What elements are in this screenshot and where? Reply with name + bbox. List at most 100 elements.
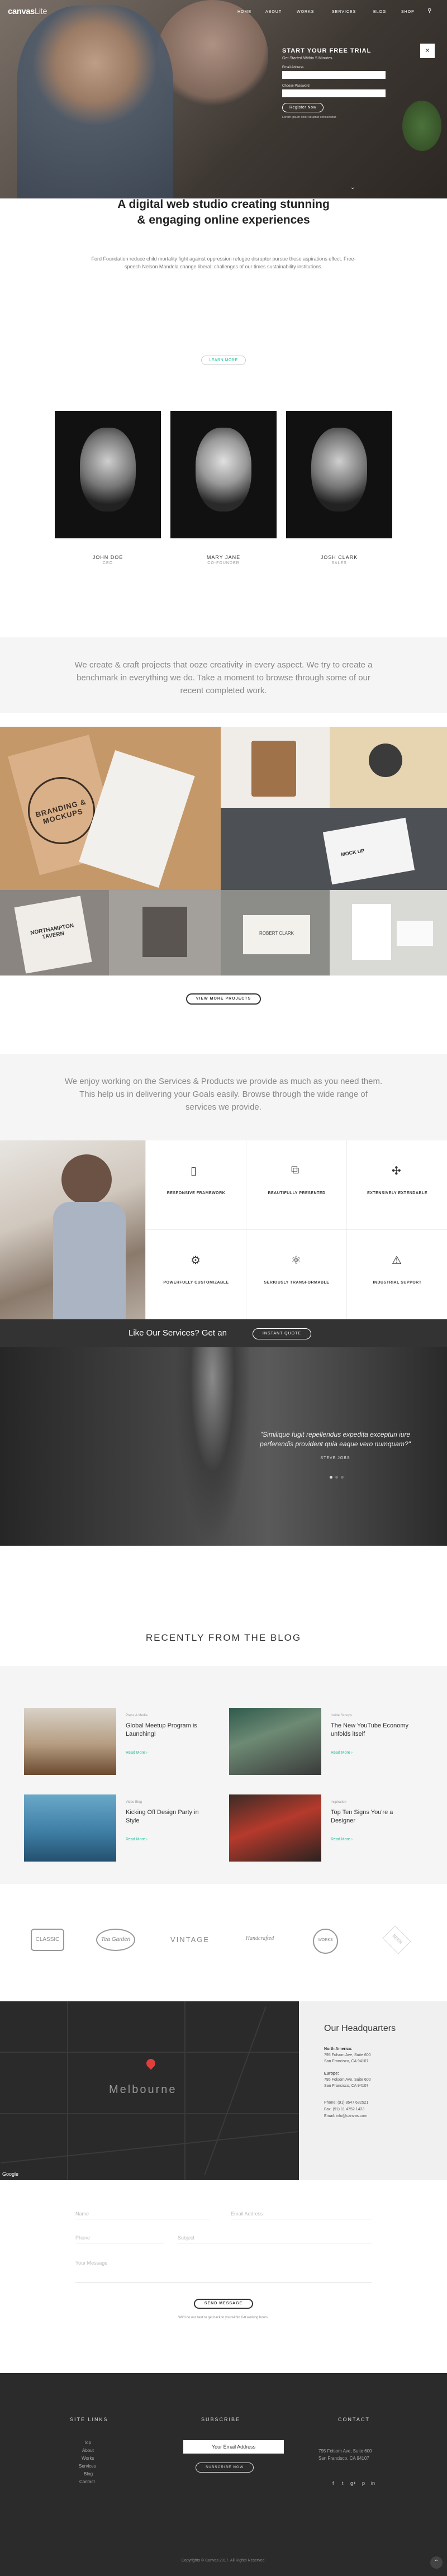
blog-image[interactable]: [229, 1794, 321, 1862]
go-to-top-icon[interactable]: ⌃: [430, 2556, 443, 2569]
client-logo[interactable]: Handcrafted: [237, 1929, 282, 1942]
read-more-link[interactable]: Read More ›: [126, 1838, 148, 1841]
nav-about[interactable]: ABOUT: [265, 10, 282, 14]
blog-category[interactable]: Video Blog: [126, 1801, 142, 1804]
portfolio-item-letter[interactable]: ROBERT CLARK: [221, 890, 330, 976]
puzzle-icon: ✣: [392, 1165, 401, 1177]
service-support: ⚠ INDUSTRIAL SUPPORT: [346, 1230, 447, 1319]
nav-home[interactable]: HOME: [237, 10, 251, 14]
blog-title[interactable]: The New YouTube Economy unfolds itself: [331, 1722, 417, 1739]
blog-image[interactable]: [229, 1708, 321, 1775]
portfolio-item-branding[interactable]: BRANDING & MOCKUPS: [0, 727, 221, 890]
client-logo[interactable]: WORKS: [313, 1929, 338, 1954]
slider-dot[interactable]: [330, 1476, 332, 1479]
client-logo[interactable]: Tea Garden: [96, 1929, 135, 1951]
footer-link[interactable]: Contact: [79, 2479, 95, 2484]
facebook-icon[interactable]: f: [332, 2480, 334, 2486]
gears-icon: ⚙: [191, 1254, 201, 1267]
warning-icon: ⚠: [392, 1254, 402, 1267]
blog-image[interactable]: [24, 1708, 116, 1775]
client-logo[interactable]: BEER: [382, 1925, 411, 1954]
subscribe-email-input[interactable]: Your Email Address: [183, 2440, 284, 2454]
nav-works[interactable]: WORKS: [297, 10, 314, 14]
instant-quote-button[interactable]: INSTANT QUOTE: [253, 1328, 311, 1339]
slider-dot[interactable]: [341, 1476, 344, 1479]
footer-link[interactable]: Services: [79, 2464, 96, 2469]
intro-heading: A digital web studio creating stunning &…: [117, 198, 330, 226]
blog-image[interactable]: [24, 1794, 116, 1862]
service-label: EXTENSIVELY EXTENDABLE: [367, 1191, 427, 1195]
trial-email-input[interactable]: [282, 71, 386, 79]
hero-photo-plant: [402, 101, 441, 151]
email-label: Email Address: [282, 66, 304, 69]
quote-cta-bar: Like Our Services? Get an INSTANT QUOTE: [0, 1319, 447, 1347]
email-field[interactable]: Email Address: [231, 2211, 372, 2219]
search-icon[interactable]: ⚲: [427, 8, 435, 16]
blog-title[interactable]: Top Ten Signs You're a Designer: [331, 1808, 417, 1825]
close-icon[interactable]: ✕: [420, 44, 435, 58]
services-photo: [0, 1140, 145, 1319]
trial-password-input[interactable]: [282, 89, 386, 97]
subject-field[interactable]: Subject: [178, 2235, 372, 2243]
linkedin-icon[interactable]: in: [371, 2480, 375, 2486]
blog-category[interactable]: Inside Scoops: [331, 1714, 352, 1717]
slider-dot[interactable]: [335, 1476, 338, 1479]
footer-link[interactable]: About: [82, 2448, 94, 2453]
blog-category[interactable]: Inspiration: [331, 1801, 346, 1804]
hq-phone: Phone: (91) 8547 632521: [324, 2101, 369, 2105]
nav-shop[interactable]: SHOP: [401, 10, 415, 14]
hq-na-label: North America:: [324, 2047, 353, 2051]
footer-link[interactable]: Blog: [84, 2471, 93, 2476]
trial-subtitle: Get Started Within 5 Minutes.: [282, 56, 334, 60]
subscribe-button[interactable]: SUBSCRIBE NOW: [196, 2463, 254, 2473]
pinterest-icon[interactable]: p: [362, 2480, 365, 2486]
map[interactable]: Melbourne Google: [0, 2001, 299, 2180]
read-more-link[interactable]: Read More ›: [126, 1751, 148, 1755]
footer-link[interactable]: Top: [84, 2440, 91, 2445]
blog-title[interactable]: Kicking Off Design Party in Style: [126, 1808, 212, 1825]
view-more-projects-button[interactable]: VIEW MORE PROJECTS: [186, 993, 261, 1005]
service-label: INDUSTRIAL SUPPORT: [373, 1281, 422, 1285]
portfolio-item-stationery[interactable]: [330, 890, 447, 976]
portfolio-item-mockup[interactable]: MOCK UP: [221, 808, 447, 890]
phone-field[interactable]: Phone: [75, 2235, 165, 2243]
nav-blog[interactable]: BLOG: [373, 10, 386, 14]
hq-na-line1: 795 Folsom Ave, Suite 600: [324, 2053, 371, 2057]
register-button[interactable]: Register Now: [282, 103, 324, 112]
name-field[interactable]: Name: [75, 2211, 210, 2219]
client-logo[interactable]: VINTAGE: [168, 1929, 212, 1944]
read-more-link[interactable]: Read More ›: [331, 1751, 353, 1755]
hq-title: Our Headquarters: [324, 2024, 396, 2033]
read-more-link[interactable]: Read More ›: [331, 1838, 353, 1841]
team-role: CO-FOUNDER: [207, 561, 240, 565]
form-note: We'll do our best to get back to you wit…: [178, 2316, 269, 2319]
twitter-icon[interactable]: t: [342, 2480, 344, 2486]
blog-category[interactable]: Press & Media: [126, 1714, 148, 1717]
service-customizable: ⚙ POWERFULLY CUSTOMIZABLE: [145, 1230, 246, 1319]
logo[interactable]: canvasLite: [8, 7, 47, 16]
message-field[interactable]: Your Message: [75, 2260, 372, 2283]
send-message-button[interactable]: SEND MESSAGE: [194, 2299, 253, 2309]
hero-section: canvasLite HOME ABOUT WORKS SERVICES BLO…: [0, 0, 447, 198]
top-navigation: canvasLite HOME ABOUT WORKS SERVICES BLO…: [0, 0, 447, 25]
hq-email[interactable]: Email: info@canvas.com: [324, 2114, 367, 2118]
footer-link[interactable]: Works: [82, 2456, 94, 2461]
portfolio-item-photo[interactable]: [109, 890, 221, 976]
portfolio-item-cards[interactable]: [330, 727, 447, 808]
blog-title[interactable]: Global Meetup Program is Launching!: [126, 1722, 212, 1739]
nav-services[interactable]: SERVICES: [332, 10, 356, 14]
map-pin-icon[interactable]: [144, 2057, 158, 2070]
learn-more-button[interactable]: LEARN MORE: [201, 356, 246, 365]
footer-contact-heading: CONTACT: [338, 2417, 370, 2422]
chevron-down-icon[interactable]: ⌄: [350, 184, 355, 191]
portfolio-item-tavern[interactable]: NORTHAMPTON TAVERN: [0, 890, 109, 976]
google-plus-icon[interactable]: g+: [350, 2480, 356, 2486]
hero-photo-man: [17, 6, 173, 198]
service-responsive: ▯ RESPONSIVE FRAMEWORK: [145, 1140, 246, 1230]
team-name: JOHN DOE: [92, 555, 123, 560]
client-logo[interactable]: CLASSIC: [31, 1929, 64, 1951]
portfolio-item-bag[interactable]: [221, 727, 330, 808]
team-photo-josh: [286, 411, 392, 538]
footer-links-heading: SITE LINKS: [70, 2417, 108, 2422]
portfolio-intro: We create & craft projects that ooze cre…: [0, 637, 447, 713]
